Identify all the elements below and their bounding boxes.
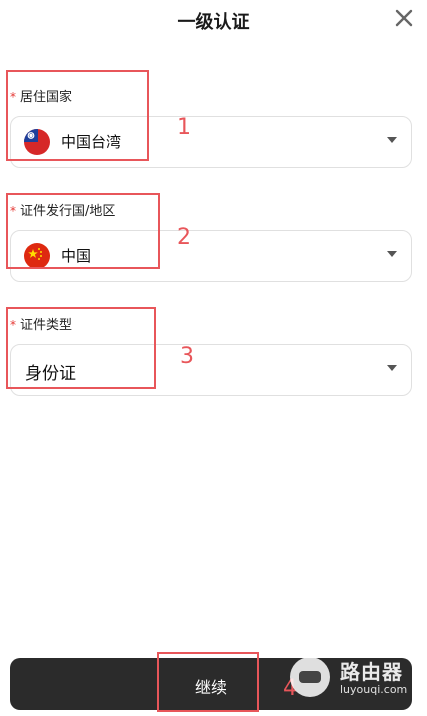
doc-type-value: 身份证 (25, 364, 76, 384)
residence-label-text: 居住国家 (20, 90, 73, 105)
residence-value: 中国台湾 (61, 133, 122, 151)
watermark-title: 路由器 (340, 660, 403, 684)
residence-label: * 居住国家 (10, 86, 72, 105)
annotation-number-3: 3 (180, 344, 194, 369)
page-title: 一级认证 (177, 12, 250, 33)
required-mark: * (10, 90, 16, 104)
annotation-number-2: 2 (177, 225, 191, 250)
chevron-down-icon (387, 137, 397, 143)
issuing-label: * 证件发行国/地区 (10, 200, 115, 219)
doc-type-label-text: 证件类型 (20, 318, 73, 333)
annotation-number-1: 1 (177, 115, 191, 140)
doc-type-label: * 证件类型 (10, 314, 72, 333)
taiwan-flag-icon (24, 129, 50, 155)
router-logo-icon (290, 657, 330, 697)
watermark-subtitle: luyouqi.com (340, 683, 408, 696)
required-mark: * (10, 318, 16, 332)
chevron-down-icon (387, 365, 397, 371)
issuing-value: 中国 (61, 247, 92, 265)
doc-type-select[interactable]: 身份证 (10, 344, 412, 396)
chevron-down-icon (387, 251, 397, 257)
required-mark: * (10, 204, 16, 218)
residence-select[interactable]: 中国台湾 (10, 116, 412, 168)
close-icon[interactable] (395, 8, 413, 28)
issuing-label-text: 证件发行国/地区 (20, 204, 116, 219)
issuing-select[interactable]: 中国 (10, 230, 412, 282)
china-flag-icon (24, 243, 50, 269)
header: 一级认证 (0, 0, 427, 40)
